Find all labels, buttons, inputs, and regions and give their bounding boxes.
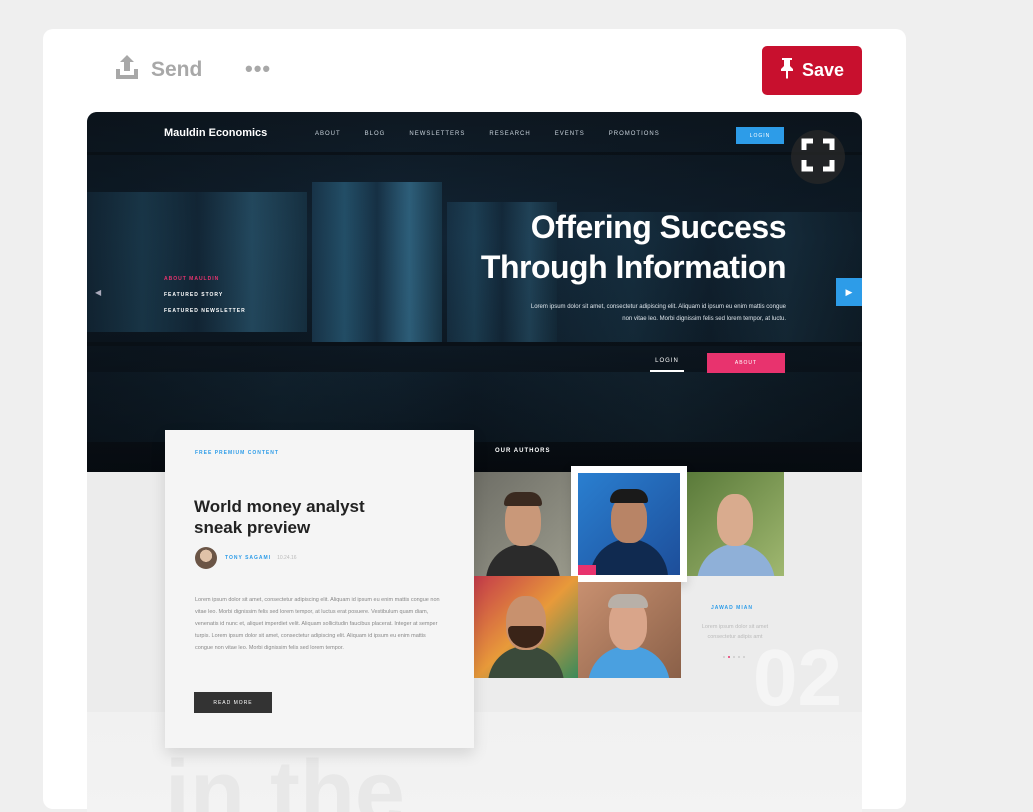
- author-photo: [474, 472, 571, 576]
- nav-item: NEWSLETTERS: [409, 131, 466, 137]
- send-button[interactable]: Send: [113, 53, 202, 87]
- headline-line: Offering Success: [530, 209, 787, 245]
- featured-author-name: JAWAD MIAN: [711, 605, 753, 611]
- site-nav: ABOUT BLOG NEWSLETTERS RESEARCH EVENTS P…: [315, 131, 684, 137]
- pin-icon: [780, 57, 802, 84]
- nav-item: RESEARCH: [489, 131, 531, 137]
- share-upload-icon: [113, 53, 151, 87]
- nav-item: PROMOTIONS: [608, 131, 660, 137]
- carousel-prev-icon: ◀: [95, 288, 102, 297]
- site-login-button: LOGIN: [736, 127, 784, 144]
- hero-login-link: LOGIN: [650, 358, 684, 372]
- hero-banner: Mauldin Economics ABOUT BLOG NEWSLETTERS…: [87, 112, 862, 472]
- our-authors-heading: OUR AUTHORS: [495, 448, 551, 454]
- more-options-button[interactable]: •••: [245, 58, 271, 80]
- avatar: [195, 547, 217, 569]
- author-photo: [687, 472, 784, 576]
- pin-card: Send ••• Save Mauldin Economics ABOUT BL…: [43, 29, 906, 812]
- card-title: World money analyst sneak preview: [194, 497, 365, 537]
- expand-button[interactable]: [791, 130, 845, 184]
- author-photo: [578, 582, 681, 678]
- hero-subtext: Lorem ipsum dolor sit amet, consectetur …: [530, 304, 786, 322]
- author-name: TONY SAGAMI: [225, 555, 272, 561]
- hero-about-button: ABOUT: [707, 353, 785, 373]
- author-row: TONY SAGAMI 10.24.16: [195, 547, 297, 569]
- save-button[interactable]: Save: [762, 46, 862, 95]
- nav-item: EVENTS: [554, 131, 585, 137]
- faded-heading: in the: [165, 743, 405, 812]
- side-link: FEATURED NEWSLETTER: [164, 308, 246, 314]
- read-more-button: READ MORE: [194, 692, 272, 713]
- carousel-dots: [723, 656, 745, 658]
- expand-icon: [801, 138, 835, 177]
- save-label: Save: [801, 60, 845, 80]
- section-number: 02: [753, 633, 842, 722]
- hero-side-links: ABOUT MAULDIN FEATURED STORY FEATURED NE…: [164, 271, 246, 319]
- author-date: 10.24.16: [277, 555, 297, 561]
- site-logo: Mauldin Economics: [164, 127, 268, 139]
- hero-headline: Offering Success Through Information: [480, 207, 787, 287]
- nav-item: BLOG: [364, 131, 386, 137]
- carousel-next-icon: ▶: [836, 278, 862, 306]
- send-label: Send: [151, 58, 203, 81]
- headline-line: Through Information: [480, 249, 787, 285]
- content-card: FREE PREMIUM CONTENT World money analyst…: [165, 430, 474, 748]
- side-link: ABOUT MAULDIN: [164, 276, 220, 282]
- premium-label: FREE PREMIUM CONTENT: [195, 450, 279, 456]
- pin-image[interactable]: Mauldin Economics ABOUT BLOG NEWSLETTERS…: [87, 112, 862, 812]
- nav-item: ABOUT: [315, 131, 341, 137]
- side-link: FEATURED STORY: [164, 292, 224, 298]
- author-photo: [571, 466, 687, 582]
- card-body-text: Lorem ipsum dolor sit amet, consectetur …: [195, 597, 440, 651]
- author-photo: [474, 576, 578, 678]
